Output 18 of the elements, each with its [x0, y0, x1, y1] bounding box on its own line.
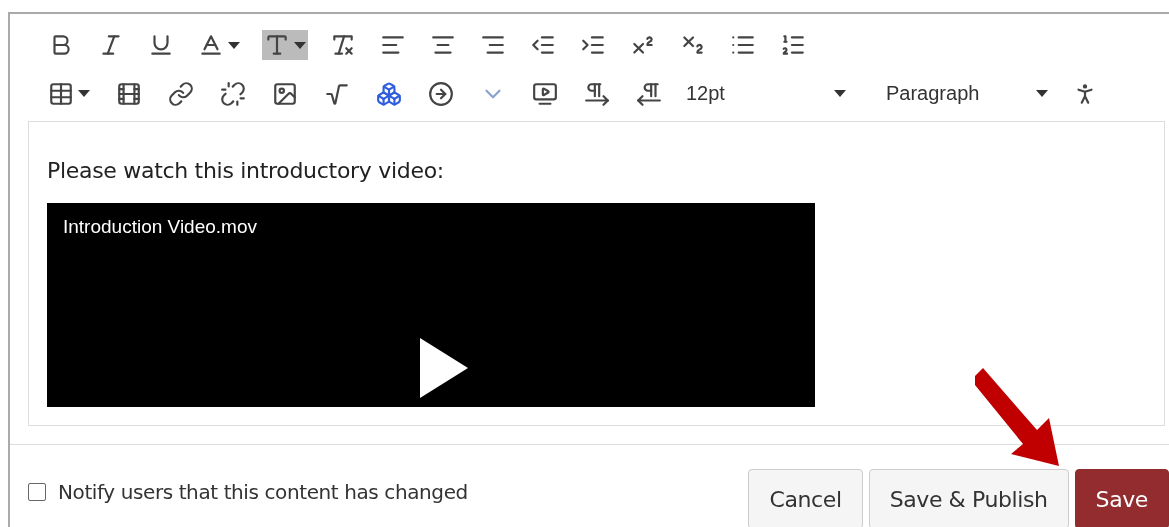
caret-icon [294, 41, 306, 49]
action-button[interactable]: Save & Publish [868, 469, 1069, 527]
paragraph-text: Please watch this introductory video: [47, 157, 445, 183]
action-button[interactable]: Cancel [748, 469, 863, 527]
caret-icon [834, 90, 846, 97]
caret-icon [228, 41, 240, 49]
editor-area[interactable]: Please watch this introductory video: Introduction Video.mov [28, 120, 1165, 426]
video-player[interactable]: Introduction Video.mov [47, 202, 815, 407]
highlight-color-dropdown[interactable] [262, 30, 308, 61]
play-icon[interactable] [420, 337, 468, 398]
notify-checkbox[interactable]: Notify users that this content has changed [28, 480, 468, 504]
action-button[interactable]: Save [1074, 469, 1169, 527]
font-size-dropdown[interactable]: 12pt [686, 82, 846, 105]
caret-icon [78, 90, 90, 97]
caret-icon [1036, 90, 1048, 97]
video-title: Introduction Video.mov [63, 215, 257, 238]
table-icon [48, 80, 74, 107]
block-format-dropdown[interactable]: Paragraph [886, 82, 1048, 105]
